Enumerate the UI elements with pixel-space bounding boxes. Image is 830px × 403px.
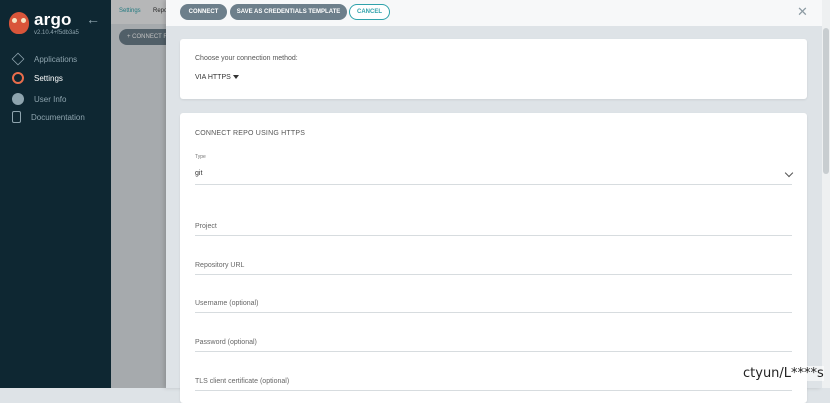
sidebar-item-label: Documentation — [31, 112, 85, 122]
sidebar: argo v2.10.4+f5db3a5 ← Applications Sett… — [0, 0, 111, 388]
password-placeholder: Password (optional) — [195, 339, 257, 346]
password-field[interactable]: Password (optional) — [195, 329, 792, 352]
argo-logo-icon — [9, 12, 29, 34]
connect-repo-panel: CONNECT SAVE AS CREDENTIALS TEMPLATE CAN… — [166, 0, 822, 403]
project-field[interactable]: Project — [195, 213, 792, 236]
sidebar-item-label: Settings — [34, 73, 63, 83]
app-name: argo — [34, 10, 72, 29]
save-credentials-template-button[interactable]: SAVE AS CREDENTIALS TEMPLATE — [230, 4, 347, 20]
close-icon[interactable]: ✕ — [797, 4, 808, 20]
sidebar-item-user-info[interactable]: User Info — [12, 91, 107, 107]
scrollbar[interactable] — [822, 0, 830, 388]
connect-repo-form-card: CONNECT REPO USING HTTPS Type git Projec… — [180, 113, 807, 403]
sidebar-item-label: User Info — [34, 94, 67, 104]
chevron-down-icon — [784, 168, 794, 178]
repository-url-placeholder: Repository URL — [195, 262, 245, 269]
collapse-arrow-icon[interactable]: ← — [86, 11, 100, 27]
connection-method-card: Choose your connection method: VIA HTTPS — [180, 39, 807, 99]
connection-method-value: VIA HTTPS — [195, 74, 231, 81]
watermark: ctyun/L****s — [743, 366, 824, 381]
sidebar-item-settings[interactable]: Settings — [12, 70, 107, 86]
username-placeholder: Username (optional) — [195, 300, 259, 307]
documentation-icon — [12, 111, 21, 123]
panel-header: CONNECT SAVE AS CREDENTIALS TEMPLATE CAN… — [166, 0, 822, 26]
username-field[interactable]: Username (optional) — [195, 290, 792, 313]
connect-button[interactable]: CONNECT — [180, 4, 227, 20]
sidebar-item-label: Applications — [34, 54, 78, 64]
form-title: CONNECT REPO USING HTTPS — [195, 130, 306, 137]
type-select[interactable]: Type git — [195, 154, 794, 185]
type-label: Type — [195, 154, 206, 160]
scrollbar-thumb[interactable] — [823, 28, 829, 174]
sidebar-item-documentation[interactable]: Documentation — [12, 109, 107, 125]
connection-method-label: Choose your connection method: — [195, 55, 298, 62]
connection-method-dropdown[interactable]: VIA HTTPS — [195, 74, 239, 81]
caret-down-icon — [232, 75, 239, 80]
user-icon — [12, 93, 24, 105]
type-value: git — [195, 170, 203, 177]
cancel-button[interactable]: CANCEL — [349, 4, 390, 20]
repository-url-field[interactable]: Repository URL — [195, 252, 792, 275]
settings-icon — [12, 72, 24, 84]
project-placeholder: Project — [195, 223, 217, 230]
tls-client-certificate-placeholder: TLS client certificate (optional) — [195, 378, 290, 385]
sidebar-item-applications[interactable]: Applications — [11, 51, 107, 67]
version-label: v2.10.4+f5db3a5 — [34, 30, 79, 36]
applications-icon — [11, 52, 25, 66]
